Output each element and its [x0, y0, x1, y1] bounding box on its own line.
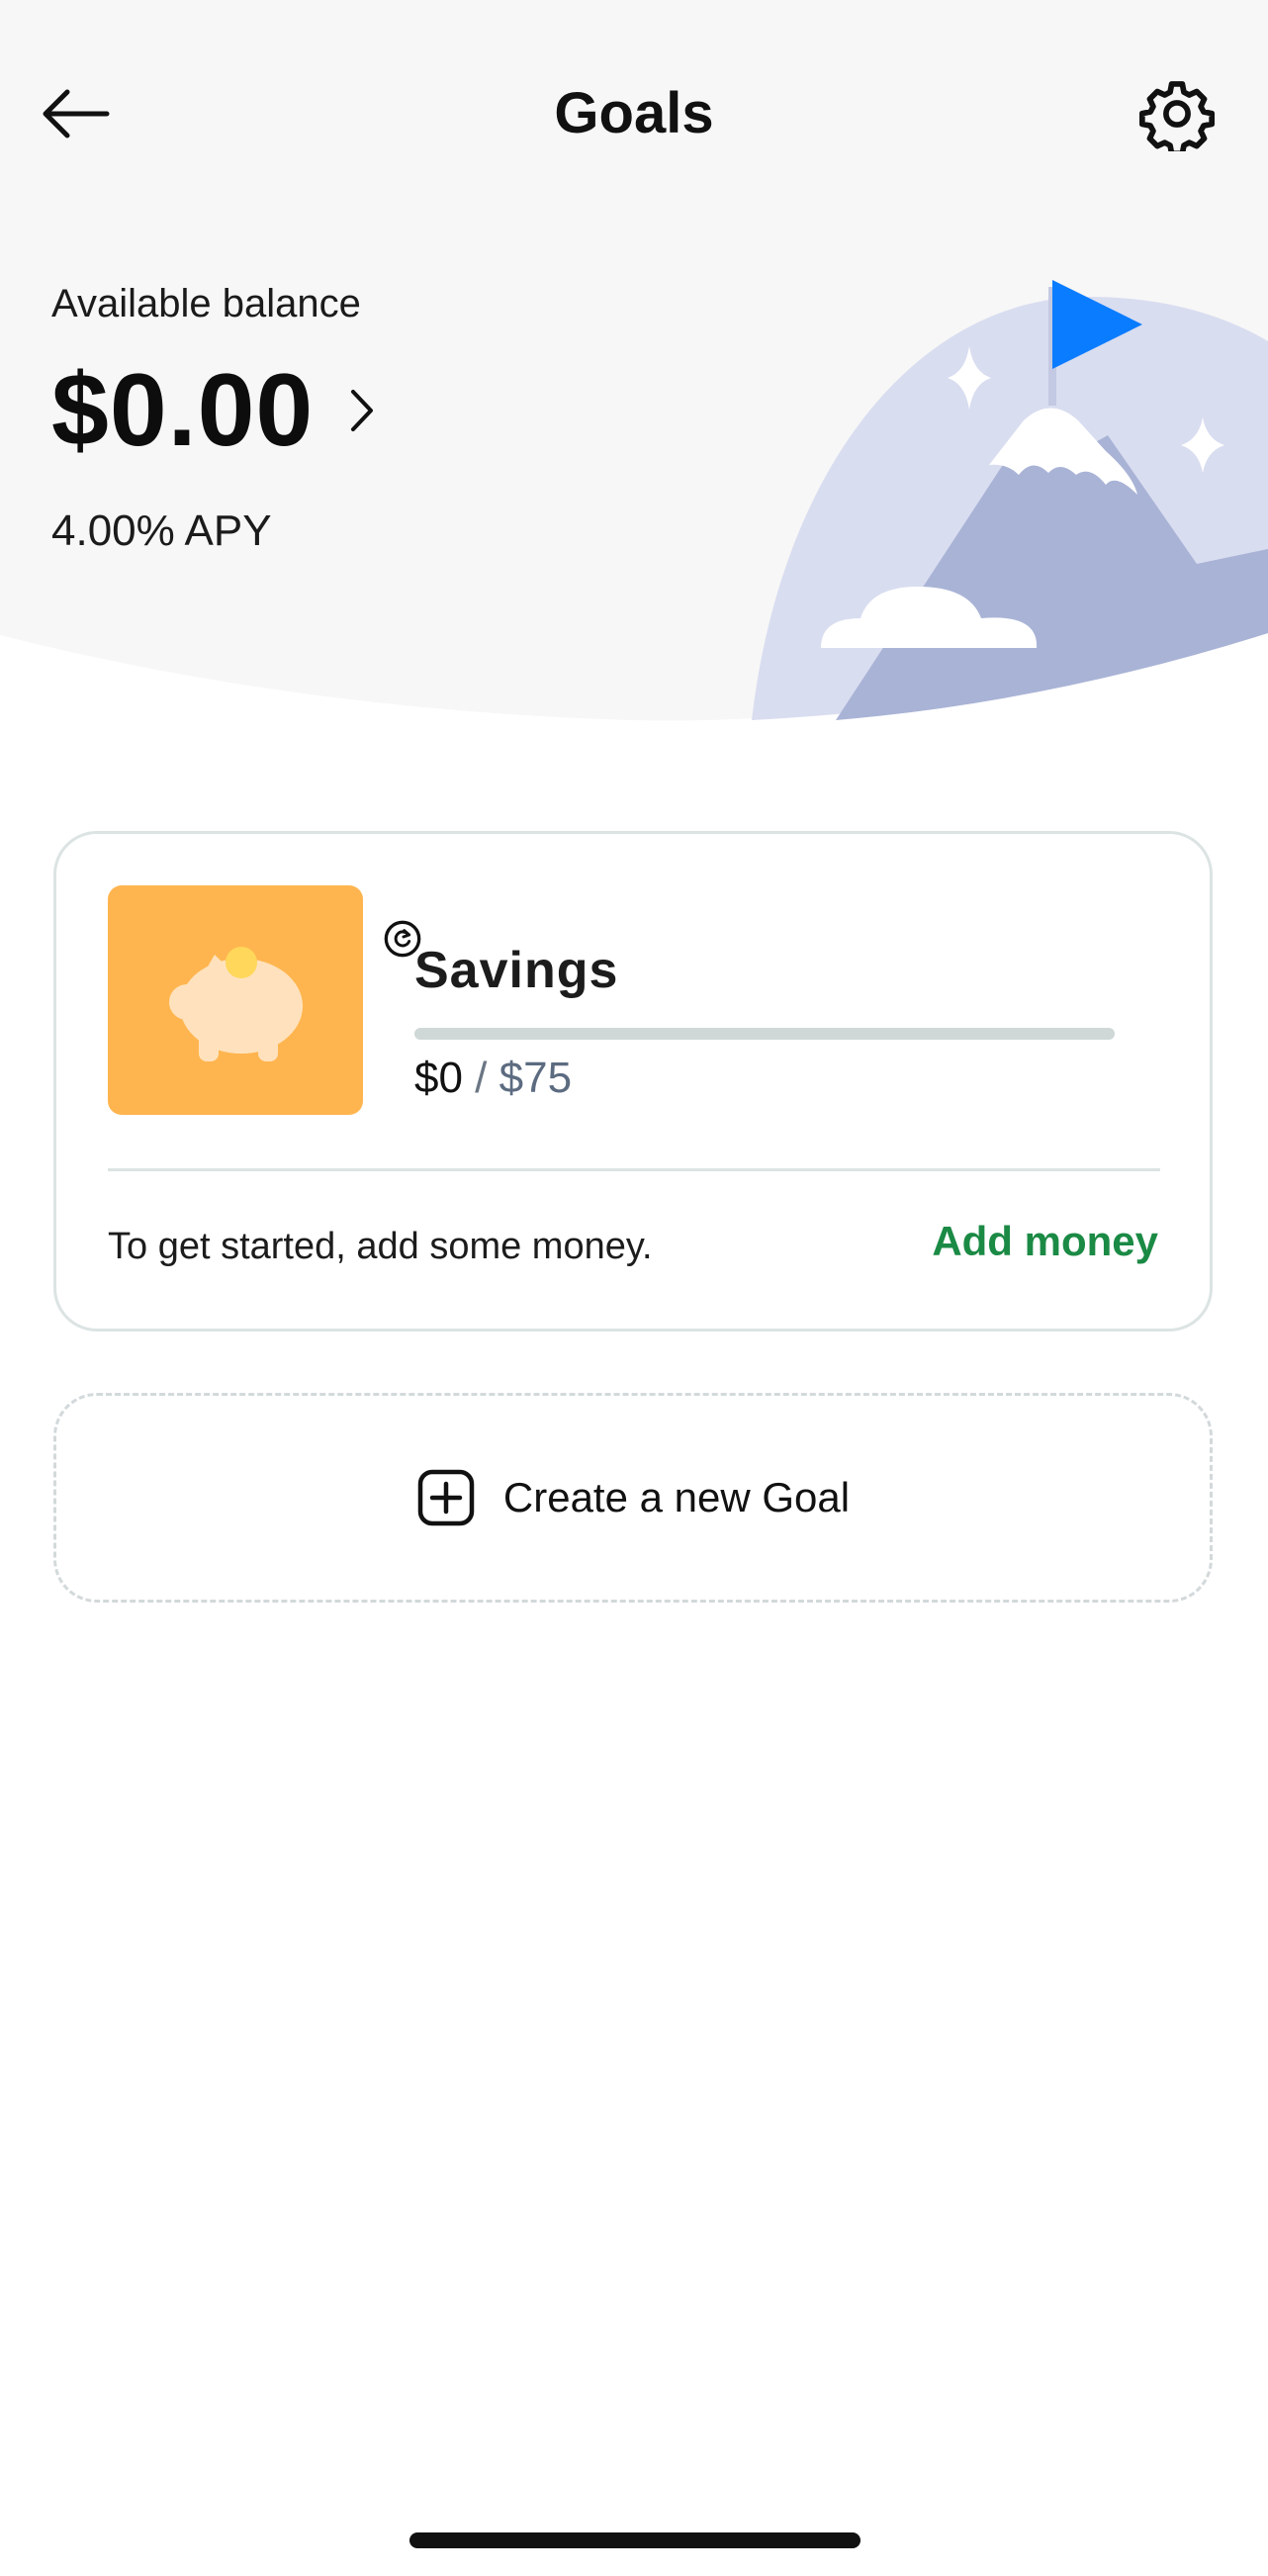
balance-amount: $0.00 [51, 352, 315, 468]
goal-hint: To get started, add some money. [108, 1226, 653, 1267]
apy-rate: 4.00% APY [51, 506, 272, 555]
card-divider [108, 1168, 1160, 1171]
goal-current-amount: $0 [414, 1054, 463, 1102]
goal-name: Savings [414, 942, 619, 999]
gear-icon [1139, 81, 1215, 151]
top-bar: Goals [0, 40, 1268, 178]
settings-button[interactable] [1128, 64, 1226, 163]
create-goal-label: Create a new Goal [502, 1474, 851, 1520]
piggy-bank-icon [169, 947, 303, 1061]
goal-progress-bar [414, 1028, 1115, 1040]
header-hero: Goals Available balance $0.00 4.00% APY [0, 0, 1268, 732]
page-title: Goals [554, 81, 714, 145]
back-button[interactable] [40, 69, 138, 158]
back-arrow-icon [43, 89, 110, 138]
balance-label: Available balance [51, 282, 361, 325]
add-money-button[interactable]: Add money [932, 1218, 1158, 1265]
goal-target-amount: $75 [498, 1054, 573, 1102]
chevron-right-icon [347, 386, 377, 435]
create-goal-button[interactable]: Create a new Goal [53, 1393, 1213, 1603]
goal-amounts: $0 / $75 [414, 1054, 572, 1103]
home-indicator[interactable] [409, 2532, 860, 2548]
goal-thumbnail [108, 885, 426, 1115]
goal-amount-separator: / [462, 1054, 499, 1102]
plus-square-icon [417, 1469, 475, 1526]
balance-link[interactable]: $0.00 [51, 346, 377, 475]
goal-card[interactable]: Savings $0 / $75 To get started, add som… [53, 831, 1213, 1332]
